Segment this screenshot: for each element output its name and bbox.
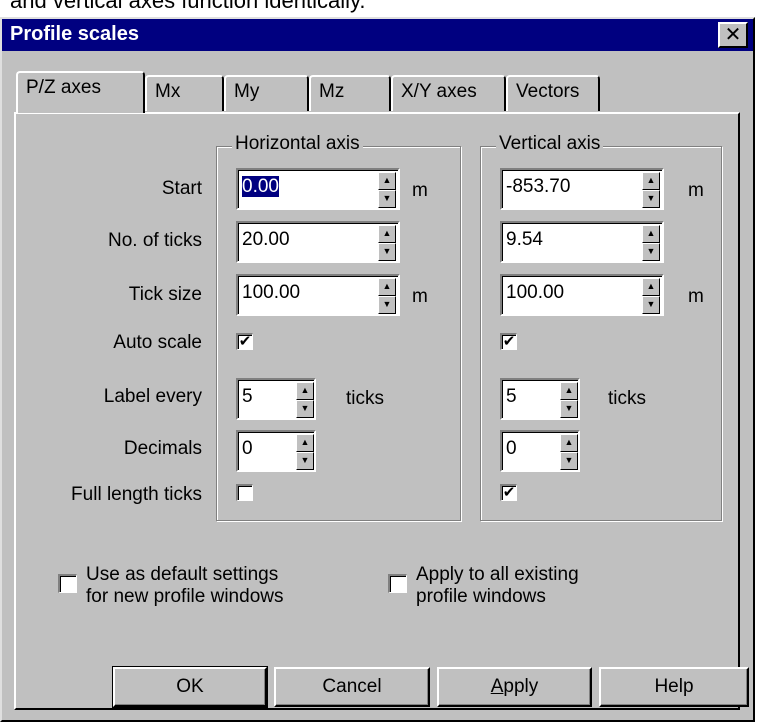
- apply-to-all-checkbox[interactable]: [388, 574, 407, 593]
- spin-up-icon[interactable]: ▲: [642, 225, 660, 243]
- spin-up-icon[interactable]: ▲: [642, 278, 660, 296]
- checkmark-icon: ✔: [238, 333, 252, 350]
- vertical-ticks-spinner[interactable]: ▲ ▼: [642, 225, 660, 261]
- ticks-label: No. of ticks: [108, 230, 202, 251]
- apply-to-all-label[interactable]: Apply to all existing profile windows: [416, 564, 579, 608]
- spin-up-icon[interactable]: ▲: [296, 434, 314, 452]
- horizontal-full-length-checkbox[interactable]: [236, 484, 253, 501]
- spin-down-icon[interactable]: ▼: [642, 243, 660, 261]
- use-as-default-checkbox[interactable]: [58, 574, 77, 593]
- spin-down-icon[interactable]: ▼: [296, 400, 314, 418]
- horizontal-label-every-unit: ticks: [346, 388, 384, 409]
- spin-up-icon[interactable]: ▲: [378, 172, 396, 190]
- ok-button[interactable]: OK: [112, 666, 268, 708]
- spin-down-icon[interactable]: ▼: [560, 400, 578, 418]
- spin-up-icon[interactable]: ▲: [642, 172, 660, 190]
- vertical-axis-title: Vertical axis: [496, 134, 604, 154]
- checkmark-icon: ✔: [502, 333, 516, 350]
- spin-up-icon[interactable]: ▲: [560, 382, 578, 400]
- vertical-label-every-value: 5: [506, 386, 517, 407]
- full-length-ticks-label: Full length ticks: [71, 484, 202, 505]
- spin-up-icon[interactable]: ▲: [296, 382, 314, 400]
- cancel-button[interactable]: Cancel: [274, 667, 430, 707]
- auto-scale-label: Auto scale: [113, 332, 202, 353]
- horizontal-start-input[interactable]: 0.00: [236, 168, 400, 210]
- help-button[interactable]: Help: [599, 667, 749, 707]
- horizontal-decimals-spinner[interactable]: ▲ ▼: [296, 434, 314, 470]
- horizontal-axis-title: Horizontal axis: [232, 134, 363, 154]
- apply-button[interactable]: Apply: [437, 667, 592, 707]
- panel-content: Horizontal axis Vertical axis Start No. …: [0, 0, 757, 724]
- spin-down-icon[interactable]: ▼: [378, 190, 396, 208]
- vertical-label-every-spinner[interactable]: ▲ ▼: [560, 382, 578, 418]
- horizontal-label-every-value: 5: [242, 386, 253, 407]
- horizontal-start-value: 0.00: [242, 176, 279, 197]
- vertical-full-length-checkbox[interactable]: ✔: [500, 484, 517, 501]
- spin-down-icon[interactable]: ▼: [378, 243, 396, 261]
- start-label: Start: [161, 178, 202, 199]
- horizontal-start-spinner[interactable]: ▲ ▼: [378, 172, 396, 208]
- tick-size-label: Tick size: [128, 284, 202, 305]
- horizontal-tick-size-value: 100.00: [242, 282, 301, 303]
- vertical-label-every-unit: ticks: [608, 388, 646, 409]
- vertical-start-unit: m: [688, 180, 704, 201]
- vertical-ticks-input[interactable]: 9.54: [500, 221, 664, 263]
- spin-down-icon[interactable]: ▼: [642, 190, 660, 208]
- horizontal-start-unit: m: [412, 180, 428, 201]
- horizontal-tick-size-spinner[interactable]: ▲ ▼: [378, 278, 396, 314]
- horizontal-ticks-input[interactable]: 20.00: [236, 221, 400, 263]
- horizontal-decimals-value: 0: [242, 438, 253, 459]
- vertical-decimals-value: 0: [506, 438, 517, 459]
- vertical-auto-scale-checkbox[interactable]: ✔: [500, 333, 517, 350]
- spin-down-icon[interactable]: ▼: [378, 296, 396, 314]
- horizontal-ticks-value: 20.00: [242, 229, 290, 250]
- use-as-default-label[interactable]: Use as default settings for new profile …: [86, 564, 283, 608]
- decimals-label: Decimals: [123, 438, 202, 459]
- vertical-decimals-spinner[interactable]: ▲ ▼: [560, 434, 578, 470]
- vertical-tick-size-spinner[interactable]: ▲ ▼: [642, 278, 660, 314]
- use-as-default-line1: Use as default settings: [86, 564, 279, 585]
- vertical-start-value: -853.70: [506, 176, 571, 197]
- horizontal-tick-size-unit: m: [412, 286, 428, 307]
- vertical-ticks-value: 9.54: [506, 229, 543, 250]
- horizontal-ticks-spinner[interactable]: ▲ ▼: [378, 225, 396, 261]
- spin-down-icon[interactable]: ▼: [296, 452, 314, 470]
- apply-to-all-line1: Apply to all existing: [416, 564, 579, 585]
- spin-up-icon[interactable]: ▲: [378, 278, 396, 296]
- horizontal-tick-size-input[interactable]: 100.00: [236, 274, 400, 316]
- vertical-start-spinner[interactable]: ▲ ▼: [642, 172, 660, 208]
- horizontal-label-every-spinner[interactable]: ▲ ▼: [296, 382, 314, 418]
- vertical-tick-size-input[interactable]: 100.00: [500, 274, 664, 316]
- spin-down-icon[interactable]: ▼: [560, 452, 578, 470]
- vertical-tick-size-value: 100.00: [506, 282, 565, 303]
- label-every-label: Label every: [103, 386, 202, 407]
- apply-to-all-line2: profile windows: [416, 586, 546, 607]
- spin-up-icon[interactable]: ▲: [378, 225, 396, 243]
- checkmark-icon: ✔: [502, 484, 516, 501]
- spin-down-icon[interactable]: ▼: [642, 296, 660, 314]
- vertical-start-input[interactable]: -853.70: [500, 168, 664, 210]
- vertical-tick-size-unit: m: [688, 286, 704, 307]
- use-as-default-line2: for new profile windows: [86, 586, 284, 607]
- horizontal-auto-scale-checkbox[interactable]: ✔: [236, 333, 253, 350]
- spin-up-icon[interactable]: ▲: [560, 434, 578, 452]
